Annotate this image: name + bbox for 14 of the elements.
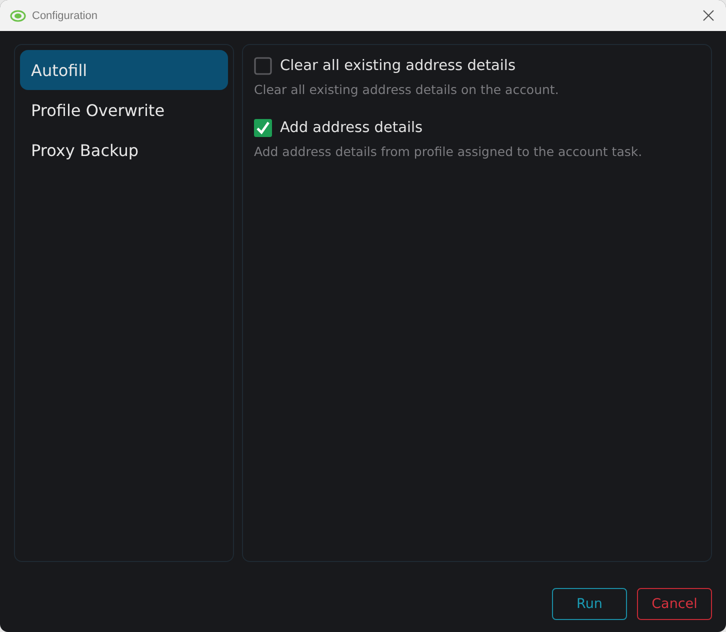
checkbox[interactable]: [254, 57, 272, 75]
option-label: Clear all existing address details: [280, 58, 516, 74]
option-description: Clear all existing address details on the account.: [254, 82, 560, 97]
sidebar-item[interactable]: Proxy Backup: [20, 130, 228, 170]
checkbox[interactable]: [254, 119, 272, 137]
window-title: Configuration: [32, 10, 98, 22]
cancel-button[interactable]: Cancel: [637, 588, 712, 620]
option-description: Add address details from profile assigned to the account task.: [254, 144, 644, 159]
sidebar-item[interactable]: Autofill: [20, 50, 228, 90]
run-button[interactable]: Run: [552, 588, 627, 620]
sidebar-item[interactable]: Profile Overwrite: [20, 90, 228, 130]
close-icon[interactable]: [703, 10, 714, 21]
option-label: Add address details: [280, 120, 423, 136]
app-logo-icon: [10, 10, 26, 22]
